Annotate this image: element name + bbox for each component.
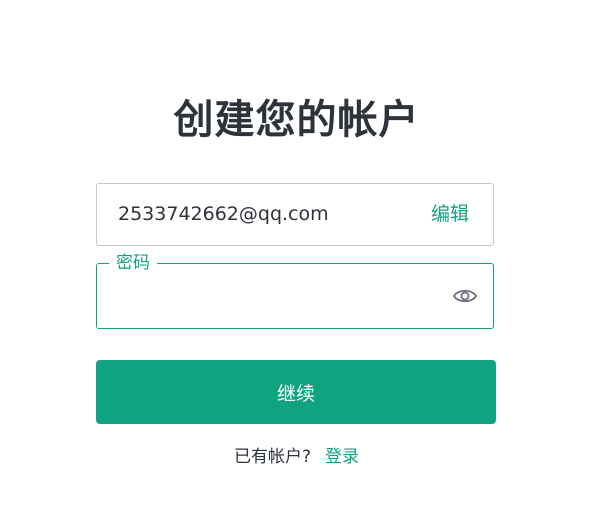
email-field: 2533742662@qq.com 编辑 (96, 183, 494, 246)
login-prompt-text: 已有帐户? (233, 447, 312, 467)
signup-page: 创建您的帐户 2533742662@qq.com 编辑 密码 继续 已有帐户? 登… (0, 0, 593, 523)
edit-email-link[interactable]: 编辑 (431, 184, 469, 245)
email-value: 2533742662@qq.com (118, 203, 329, 225)
password-label: 密码 (109, 251, 157, 275)
page-title: 创建您的帐户 (173, 97, 420, 143)
password-input[interactable] (113, 278, 437, 316)
continue-button[interactable]: 继续 (96, 360, 496, 424)
login-prompt: 已有帐户? 登录 (0, 444, 593, 470)
login-link[interactable]: 登录 (325, 447, 359, 467)
password-field: 密码 (96, 251, 494, 329)
eye-icon[interactable] (452, 285, 478, 307)
